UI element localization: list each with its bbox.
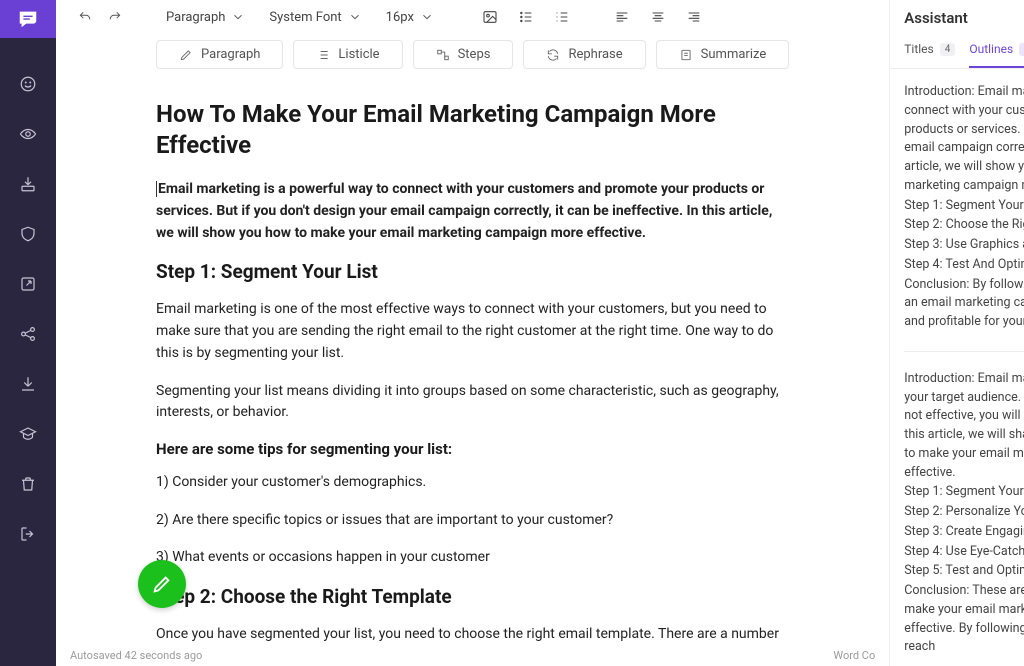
block-style-value: Paragraph	[166, 10, 225, 25]
word-count: Word Co	[833, 649, 875, 662]
font-value: System Font	[269, 10, 341, 25]
editor-toolbar: Paragraph System Font 16px	[56, 0, 889, 34]
font-size-select[interactable]: 16px	[376, 4, 444, 30]
outline-line: Step 1: Segment Your Email List	[904, 483, 1024, 502]
compose-fab[interactable]	[138, 560, 186, 608]
outline-line: Conclusion: These are a few tips that wi…	[904, 582, 1024, 657]
trash-icon[interactable]	[10, 466, 46, 502]
step1-p2: Segmenting your list means dividing it i…	[156, 381, 789, 424]
step2-p1: Once you have segmented your list, you n…	[156, 624, 789, 644]
graduation-icon[interactable]	[10, 416, 46, 452]
assistant-title: Assistant	[904, 9, 968, 27]
outline-line: Step 4: Use Eye-Catching Graphics	[904, 543, 1024, 562]
download-box-icon[interactable]	[10, 166, 46, 202]
bullet-list-button[interactable]	[512, 4, 540, 30]
tip1: 1) Consider your customer's demographics…	[156, 472, 789, 494]
tip3: 3) What events or occasions happen in yo…	[156, 547, 789, 569]
listicle-pill-label: Listicle	[338, 47, 379, 62]
block-style-select[interactable]: Paragraph	[156, 4, 255, 30]
outline-card[interactable]: Introduction: Email marketing is a power…	[904, 83, 1024, 352]
insert-image-button[interactable]	[476, 4, 504, 30]
doc-title: How To Make Your Email Marketing Campaig…	[156, 99, 789, 161]
outline-line: Conclusion: By following these tips, you…	[904, 276, 1024, 332]
steps-pill-label: Steps	[458, 47, 491, 62]
refresh-icon	[546, 48, 560, 62]
external-link-icon[interactable]	[10, 266, 46, 302]
document-editor[interactable]: How To Make Your Email Marketing Campaig…	[156, 99, 789, 644]
redo-button[interactable]	[102, 4, 128, 30]
rephrase-pill[interactable]: Rephrase	[523, 40, 645, 69]
text-cursor	[156, 181, 157, 197]
assistant-tabs: Titles4 Outlines2 Keywords25 SEO68 Histo…	[890, 34, 1024, 69]
paragraph-pill-label: Paragraph	[201, 47, 260, 62]
outline-line: Step 2: Choose the Right Template	[904, 216, 1024, 235]
shield-icon[interactable]	[10, 216, 46, 252]
pencil-icon	[151, 573, 173, 595]
steps-pill[interactable]: Steps	[413, 40, 514, 69]
chevron-down-icon	[420, 10, 434, 24]
tip2: 2) Are there specific topics or issues t…	[156, 510, 789, 532]
logout-icon[interactable]	[10, 516, 46, 552]
editor-scroll[interactable]: How To Make Your Email Marketing Campaig…	[56, 75, 889, 644]
align-left-button[interactable]	[608, 4, 636, 30]
doc-intro: Email marketing is a powerful way to con…	[156, 179, 789, 244]
rephrase-pill-label: Rephrase	[568, 47, 622, 62]
outline-card[interactable]: Introduction: Email marketing is a great…	[904, 370, 1024, 666]
pencil-icon	[179, 48, 193, 62]
summarize-icon	[679, 48, 693, 62]
outline-line: Step 3: Use Graphics and Images	[904, 236, 1024, 255]
share-icon[interactable]	[10, 316, 46, 352]
download-icon[interactable]	[10, 366, 46, 402]
list-icon	[316, 48, 330, 62]
assistant-body[interactable]: Introduction: Email marketing is a power…	[890, 69, 1024, 666]
left-sidebar	[0, 0, 56, 666]
tab-outlines[interactable]: Outlines2	[969, 42, 1024, 68]
chevron-down-icon	[231, 10, 245, 24]
tab-titles[interactable]: Titles4	[904, 42, 955, 68]
font-select[interactable]: System Font	[259, 4, 371, 30]
step2-heading: Step 2: Choose the Right Template	[156, 585, 789, 608]
listicle-pill[interactable]: Listicle	[293, 40, 402, 69]
outline-line: Step 1: Segment Your List	[904, 197, 1024, 216]
outline-line: Step 5: Test and Optimize Your Campaigns	[904, 562, 1024, 581]
outline-line: Step 2: Personalize Your Emails	[904, 503, 1024, 522]
tips-heading: Here are some tips for segmenting your l…	[156, 440, 789, 458]
ordered-list-button[interactable]	[548, 4, 576, 30]
step1-p1: Email marketing is one of the most effec…	[156, 299, 789, 364]
assistant-panel: Assistant Titles4 Outlines2 Keywords25 S…	[889, 0, 1024, 666]
step1-heading: Step 1: Segment Your List	[156, 260, 789, 283]
main-area: Paragraph System Font 16px Paragraph Lis…	[56, 0, 889, 666]
paragraph-pill[interactable]: Paragraph	[156, 40, 283, 69]
outline-line: Step 3: Create Engaging Content	[904, 523, 1024, 542]
font-size-value: 16px	[386, 10, 414, 25]
outline-line: Introduction: Email marketing is a great…	[904, 370, 1024, 483]
undo-button[interactable]	[72, 4, 98, 30]
align-right-button[interactable]	[680, 4, 708, 30]
steps-icon	[436, 48, 450, 62]
outline-line: Step 4: Test And Optimize Your Campaign	[904, 256, 1024, 275]
summarize-pill[interactable]: Summarize	[656, 40, 790, 69]
eye-icon[interactable]	[10, 116, 46, 152]
app-logo[interactable]	[0, 0, 56, 38]
smile-icon[interactable]	[10, 66, 46, 102]
align-center-button[interactable]	[644, 4, 672, 30]
chevron-down-icon	[348, 10, 362, 24]
autosave-status: Autosaved 42 seconds ago	[70, 649, 202, 662]
ai-action-row: Paragraph Listicle Steps Rephrase Summar…	[56, 34, 889, 75]
status-bar: Autosaved 42 seconds ago Word Co	[56, 644, 889, 666]
outline-line: Introduction: Email marketing is a power…	[904, 83, 1024, 196]
summarize-pill-label: Summarize	[701, 47, 767, 62]
